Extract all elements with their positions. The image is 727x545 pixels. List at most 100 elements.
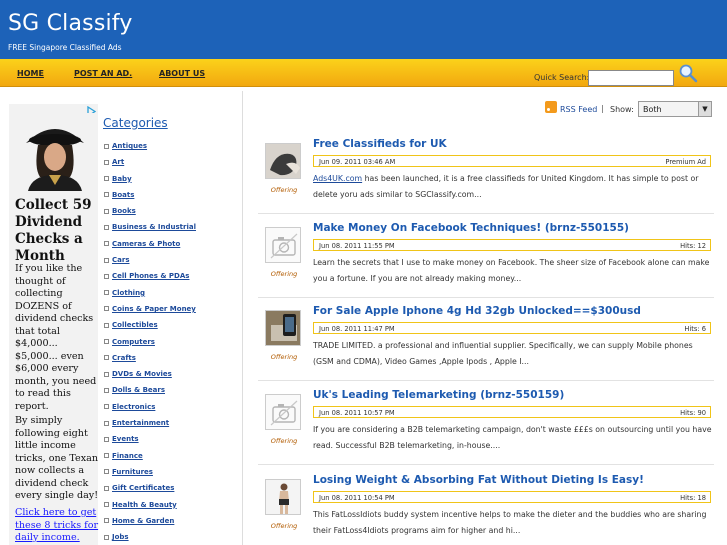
listing-description: This FatLossIdiots buddy system incentiv… — [313, 510, 707, 535]
bullet-icon — [104, 159, 109, 165]
listing-meta: Jun 08. 2011 11:47 PM Hits: 6 — [313, 322, 711, 334]
category-link[interactable]: Collectibles — [112, 321, 158, 329]
category-link[interactable]: Entertainment — [112, 419, 169, 427]
category-item: Cameras & Photo — [104, 238, 196, 254]
category-link[interactable]: Furnitures — [112, 468, 153, 476]
category-link[interactable]: Health & Beauty — [112, 501, 177, 509]
listing-type: Offering — [270, 353, 298, 361]
listing-meta: Jun 08. 2011 11:55 PM Hits: 12 — [313, 239, 711, 251]
show-label: Show: — [610, 105, 634, 114]
ad-link[interactable]: Click here to get these 8 tricks for dai… — [15, 507, 99, 545]
category-link[interactable]: Baby — [112, 175, 132, 183]
category-link[interactable]: Cameras & Photo — [112, 240, 180, 248]
search-icon[interactable] — [678, 63, 698, 83]
listing-meta: Jun 08. 2011 10:54 PM Hits: 18 — [313, 491, 711, 503]
category-link[interactable]: Finance — [112, 452, 143, 460]
category-item: Cars — [104, 254, 196, 270]
bullet-icon — [104, 257, 109, 263]
site-title[interactable]: SG Classify — [8, 11, 133, 36]
nav-about-us[interactable]: ABOUT US — [159, 69, 205, 78]
bullet-icon — [104, 290, 109, 296]
rss-feed-link[interactable]: RSS Feed — [560, 105, 597, 114]
bullet-icon — [104, 534, 109, 540]
category-link[interactable]: DVDs & Movies — [112, 370, 172, 378]
listing-hits: Hits: 90 — [680, 409, 706, 417]
ad-paragraph: If you like the thought of collecting DO… — [15, 263, 97, 412]
listing-item: Offering Make Money On Facebook Techniqu… — [262, 222, 714, 304]
bullet-icon — [104, 420, 109, 426]
listing-description-link[interactable]: Ads4UK.com — [313, 174, 362, 183]
category-link[interactable]: Business & Industrial — [112, 223, 196, 231]
bullet-icon — [104, 273, 109, 279]
category-link[interactable]: Coins & Paper Money — [112, 305, 196, 313]
bullet-icon — [104, 192, 109, 198]
nav-home[interactable]: HOME — [17, 69, 44, 78]
category-link[interactable]: Books — [112, 207, 136, 215]
bullet-icon — [104, 518, 109, 524]
listing-divider — [258, 297, 714, 298]
category-link[interactable]: Boats — [112, 191, 134, 199]
bullet-icon — [104, 322, 109, 328]
separator: | — [601, 104, 604, 113]
bullet-icon — [104, 502, 109, 508]
site-tagline: FREE Singapore Classified Ads — [8, 43, 122, 52]
category-link[interactable]: Cell Phones & PDAs — [112, 272, 189, 280]
category-link[interactable]: Jobs — [112, 533, 129, 541]
show-filter-select[interactable]: Both ▼ — [638, 101, 712, 117]
listing-hits: Hits: 12 — [680, 242, 706, 250]
listing-item: Offering Free Classifieds for UK Jun 09.… — [262, 138, 714, 220]
category-link[interactable]: Computers — [112, 338, 155, 346]
category-item: Coins & Paper Money — [104, 303, 196, 319]
listing-title[interactable]: Uk's Leading Telemarketing (brnz-550159) — [313, 389, 564, 401]
category-item: Finance — [104, 450, 196, 466]
listing-type: Offering — [270, 270, 298, 278]
listing-title[interactable]: For Sale Apple Iphone 4g Hd 32gb Unlocke… — [313, 305, 641, 317]
listing-type: Offering — [270, 437, 298, 445]
ad-headline[interactable]: Collect 59 Dividend Checks a Month — [15, 197, 99, 265]
category-link[interactable]: Clothing — [112, 289, 145, 297]
category-item: Computers — [104, 336, 196, 352]
camera-placeholder-icon[interactable] — [265, 227, 301, 263]
camera-placeholder-icon[interactable] — [265, 394, 301, 430]
category-item: Art — [104, 156, 196, 172]
category-item: Furnitures — [104, 466, 196, 482]
bullet-icon — [104, 306, 109, 312]
categories-title[interactable]: Categories — [103, 116, 168, 130]
listing-meta: Jun 09. 2011 03:46 AM Premium Ad — [313, 155, 711, 167]
bullet-icon — [104, 453, 109, 459]
listing-thumbnail[interactable] — [265, 143, 301, 179]
category-link[interactable]: Dolls & Bears — [112, 386, 165, 394]
category-link[interactable]: Art — [112, 158, 124, 166]
category-link[interactable]: Cars — [112, 256, 129, 264]
category-item: Collectibles — [104, 319, 196, 335]
bullet-icon — [104, 387, 109, 393]
category-link[interactable]: Crafts — [112, 354, 136, 362]
category-item: Events — [104, 433, 196, 449]
listing-thumbnail[interactable] — [265, 479, 301, 515]
category-item: Jobs — [104, 531, 196, 545]
category-link[interactable]: Antiques — [112, 142, 147, 150]
category-link[interactable]: Electronics — [112, 403, 155, 411]
ad-portrait-image[interactable] — [16, 113, 94, 191]
category-link[interactable]: Events — [112, 435, 139, 443]
nav-post-ad[interactable]: POST AN AD. — [74, 69, 132, 78]
listing-title[interactable]: Make Money On Facebook Techniques! (brnz… — [313, 222, 629, 234]
listing-description: Ads4UK.com has been launched, it is a fr… — [313, 171, 713, 203]
category-link[interactable]: Gift Certificates — [112, 484, 174, 492]
listing-title[interactable]: Free Classifieds for UK — [313, 138, 447, 150]
listing-title[interactable]: Losing Weight & Absorbing Fat Without Di… — [313, 474, 644, 486]
listing-thumbnail[interactable] — [265, 310, 301, 346]
category-item: Clothing — [104, 287, 196, 303]
listing-hits: Hits: 18 — [680, 494, 706, 502]
category-item: Entertainment — [104, 417, 196, 433]
category-link[interactable]: Home & Garden — [112, 517, 174, 525]
category-item: Books — [104, 205, 196, 221]
listing-date: Jun 09. 2011 03:46 AM — [319, 158, 396, 166]
category-item: Dolls & Bears — [104, 384, 196, 400]
chevron-down-icon[interactable]: ▼ — [698, 102, 711, 116]
listing-description: Learn the secrets that I use to make mon… — [313, 258, 710, 283]
bullet-icon — [104, 241, 109, 247]
premium-badge: Premium Ad — [665, 158, 706, 166]
rss-icon[interactable] — [545, 101, 557, 113]
quick-search-input[interactable] — [588, 70, 674, 86]
